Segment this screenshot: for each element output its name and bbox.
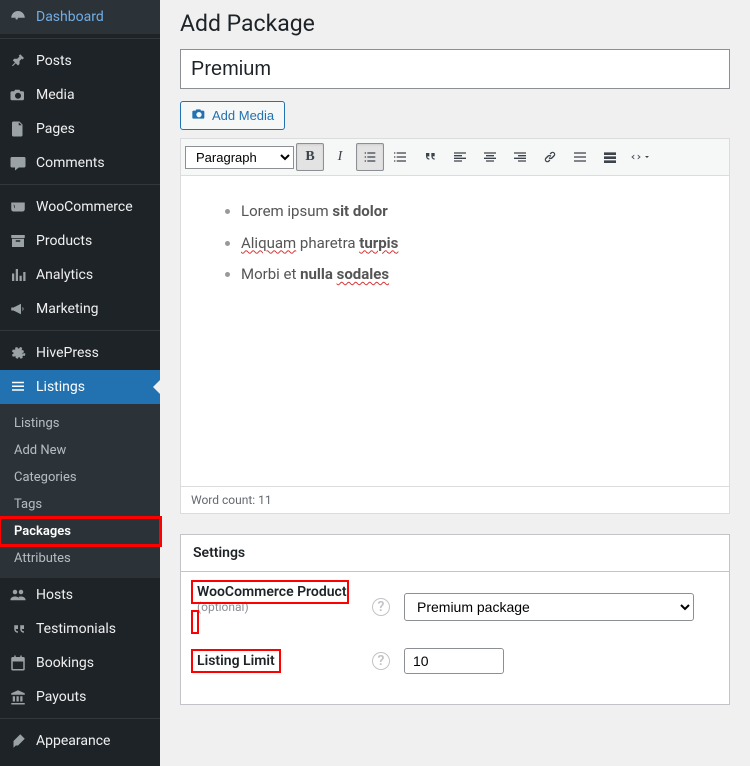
menu-separator — [0, 180, 160, 185]
menu-separator — [0, 34, 160, 39]
blockquote-button[interactable] — [416, 143, 444, 171]
sidebar-item-listings[interactable]: Listings — [0, 370, 160, 404]
help-icon[interactable]: ? — [372, 598, 390, 616]
sidebar-item-hosts[interactable]: Hosts — [0, 578, 160, 612]
link-button[interactable] — [536, 143, 564, 171]
format-select[interactable]: Paragraph — [185, 146, 294, 169]
settings-title: Settings — [181, 535, 729, 572]
sidebar-item-label: Hosts — [36, 587, 73, 603]
submenu-item-packages[interactable]: Packages — [0, 518, 160, 545]
sidebar-item-label: Comments — [36, 155, 105, 171]
archive-icon — [8, 231, 28, 251]
bold-button[interactable]: B — [296, 143, 324, 171]
sidebar-item-label: Dashboard — [36, 9, 104, 25]
add-media-label: Add Media — [212, 108, 274, 123]
sidebar-item-label: Products — [36, 233, 92, 249]
sidebar-item-label: Testimonials — [36, 621, 116, 637]
submenu-item-add-new[interactable]: Add New — [0, 437, 160, 464]
align-right-button[interactable] — [506, 143, 534, 171]
sidebar-item-label: HivePress — [36, 345, 99, 361]
sidebar-item-label: Posts — [36, 53, 72, 69]
submenu-item-listings[interactable]: Listings — [0, 410, 160, 437]
bars-icon — [8, 265, 28, 285]
read-more-button[interactable] — [566, 143, 594, 171]
sidebar-item-posts[interactable]: Posts — [0, 44, 160, 78]
comment-icon — [8, 153, 28, 173]
settings-row-listing-limit: Listing Limit ? — [193, 648, 717, 674]
settings-box: Settings WooCommerce Product (optional) … — [180, 534, 730, 705]
sidebar-item-appearance[interactable]: Appearance — [0, 724, 160, 758]
gauge-icon — [8, 7, 28, 27]
sidebar-item-comments[interactable]: Comments — [0, 146, 160, 180]
italic-button[interactable]: I — [326, 143, 354, 171]
listing-limit-label: Listing Limit — [193, 651, 279, 671]
camera-icon — [8, 85, 28, 105]
editor-bullet: Morbi et nulla sodales — [241, 259, 699, 291]
sidebar-item-bookings[interactable]: Bookings — [0, 646, 160, 680]
sidebar-item-label: Pages — [36, 121, 75, 137]
megaphone-icon — [8, 299, 28, 319]
toolbar-toggle-button[interactable] — [596, 143, 624, 171]
numbered-list-button[interactable] — [386, 143, 414, 171]
submenu-item-tags[interactable]: Tags — [0, 491, 160, 518]
main-content: Add Package Add Media Paragraph B I Lore… — [160, 0, 750, 766]
editor-bullet: Aliquam pharetra turpis — [241, 228, 699, 260]
camera-icon — [191, 106, 207, 125]
sidebar-item-marketing[interactable]: Marketing — [0, 292, 160, 326]
align-left-button[interactable] — [446, 143, 474, 171]
editor-bullet: Lorem ipsum sit dolor — [241, 196, 699, 228]
submenu-item-categories[interactable]: Categories — [0, 464, 160, 491]
sidebar-item-label: WooCommerce — [36, 199, 133, 215]
quote-icon — [8, 619, 28, 639]
sidebar-item-dashboard[interactable]: Dashboard — [0, 0, 160, 34]
gears-icon — [8, 343, 28, 363]
title-input[interactable] — [180, 49, 730, 89]
sidebar-item-woocommerce[interactable]: WooCommerce — [0, 190, 160, 224]
users-icon — [8, 585, 28, 605]
calendar-icon — [8, 653, 28, 673]
menu-separator — [0, 326, 160, 331]
editor-word-count: Word count: 11 — [181, 486, 729, 513]
woo-product-label: WooCommerce Product (optional) — [193, 582, 358, 632]
sidebar-item-payouts[interactable]: Payouts — [0, 680, 160, 714]
editor-content[interactable]: Lorem ipsum sit dolorAliquam pharetra tu… — [181, 176, 729, 486]
submenu-item-attributes[interactable]: Attributes — [0, 545, 160, 572]
sidebar-item-analytics[interactable]: Analytics — [0, 258, 160, 292]
admin-sidebar: Dashboard Posts Media Pages Comments WooComme… — [0, 0, 160, 766]
listing-limit-input[interactable] — [404, 648, 504, 674]
submenu-listings: ListingsAdd NewCategoriesTagsPackagesAtt… — [0, 404, 160, 578]
sidebar-item-hivepress[interactable]: HivePress — [0, 336, 160, 370]
help-icon[interactable]: ? — [372, 652, 390, 670]
sidebar-item-media[interactable]: Media — [0, 78, 160, 112]
page-title: Add Package — [180, 10, 730, 37]
sidebar-item-label: Appearance — [36, 733, 110, 749]
list-icon — [8, 377, 28, 397]
editor-toolbar: Paragraph B I — [181, 139, 729, 176]
brush-icon — [8, 731, 28, 751]
sidebar-item-label: Bookings — [36, 655, 94, 671]
money-icon — [8, 687, 28, 707]
code-button[interactable] — [626, 143, 654, 171]
align-center-button[interactable] — [476, 143, 504, 171]
bullet-list-button[interactable] — [356, 143, 384, 171]
add-media-button[interactable]: Add Media — [180, 101, 285, 130]
sidebar-item-label: Marketing — [36, 301, 99, 317]
woo-product-select[interactable]: Premium package — [404, 593, 694, 621]
sidebar-item-label: Payouts — [36, 689, 86, 705]
sidebar-item-label: Media — [36, 87, 75, 103]
woo-icon — [8, 197, 28, 217]
menu-separator — [0, 714, 160, 719]
page-icon — [8, 119, 28, 139]
sidebar-item-products[interactable]: Products — [0, 224, 160, 258]
sidebar-item-pages[interactable]: Pages — [0, 112, 160, 146]
settings-row-woo-product: WooCommerce Product (optional) ? Premium… — [193, 584, 717, 630]
pin-icon — [8, 51, 28, 71]
sidebar-item-label: Analytics — [36, 267, 93, 283]
sidebar-item-label: Listings — [36, 379, 85, 395]
editor: Paragraph B I Lorem ipsum sit dolorAliqu… — [180, 138, 730, 514]
sidebar-item-testimonials[interactable]: Testimonials — [0, 612, 160, 646]
